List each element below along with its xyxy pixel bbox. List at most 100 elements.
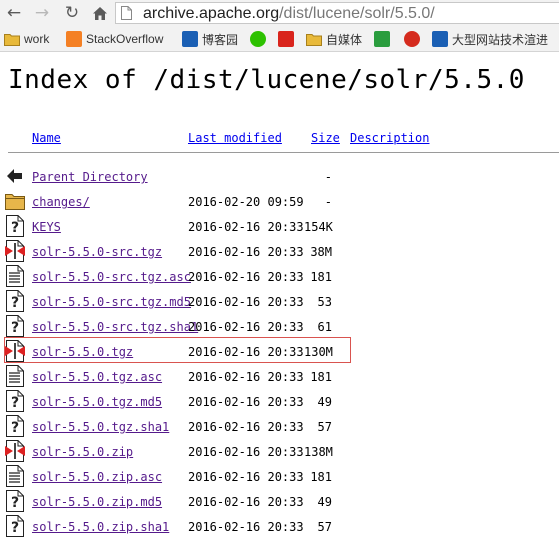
svg-text:?: ? [11, 495, 19, 511]
file-size: 61 [317, 320, 332, 334]
file-date: 2016-02-16 20:33 [188, 470, 304, 484]
file-date: 2016-02-16 20:33 [188, 295, 304, 309]
bookmarks-bar: work StackOverflow 博客园 自媒体 大型网站技术渲进 [0, 27, 559, 52]
bookmark-item[interactable] [374, 30, 394, 48]
file-row: ? solr-5.5.0-src.tgz.sha1 2016-02-16 20:33… [0, 314, 559, 339]
file-link[interactable]: solr-5.5.0-src.tgz.md5 [32, 295, 191, 309]
file-date: 2016-02-16 20:33 [188, 245, 304, 259]
unknown-file-icon: ? [5, 415, 25, 437]
unknown-file-icon: ? [5, 315, 25, 337]
bookmark-item[interactable]: 博客园 [182, 30, 238, 48]
file-link[interactable]: solr-5.5.0.zip.md5 [32, 495, 162, 509]
browser-toolbar: ← → ↻ archive.apache.org/dist/lucene/sol… [0, 0, 559, 27]
file-size: 154K [304, 220, 333, 234]
text-file-icon [5, 365, 25, 387]
file-date: 2016-02-16 20:33 [188, 270, 304, 284]
file-size: 49 [317, 395, 332, 409]
bookmark-item[interactable]: work [4, 30, 49, 48]
file-date: 2016-02-16 20:33 [188, 445, 304, 459]
file-date: 2016-02-16 20:33 [188, 220, 304, 234]
file-size: - [324, 195, 332, 209]
file-link[interactable]: solr-5.5.0.tgz.asc [32, 370, 162, 384]
file-size: 181 [310, 370, 332, 384]
bookmark-item[interactable]: 大型网站技术渲进 [432, 30, 548, 48]
unknown-file-icon: ? [5, 390, 25, 412]
wechat-icon [250, 31, 266, 47]
bookmark-item[interactable] [278, 30, 298, 48]
file-link[interactable]: solr-5.5.0-src.tgz.sha1 [32, 320, 198, 334]
file-link[interactable]: solr-5.5.0.zip [32, 445, 133, 459]
text-file-icon [5, 465, 25, 487]
bookmark-label: StackOverflow [86, 32, 164, 46]
bookmark-item[interactable] [250, 30, 270, 48]
svg-text:?: ? [11, 220, 19, 236]
svg-text:?: ? [11, 395, 19, 411]
file-link[interactable]: KEYS [32, 220, 61, 234]
file-row: ? solr-5.5.0-src.tgz.md5 2016-02-16 20:33 5… [0, 289, 559, 314]
file-size: 57 [317, 420, 332, 434]
file-date: 2016-02-16 20:33 [188, 395, 304, 409]
svg-text:?: ? [11, 295, 19, 311]
file-size: 38M [310, 245, 332, 259]
file-link[interactable]: solr-5.5.0-src.tgz [32, 245, 162, 259]
folder-icon [306, 31, 322, 47]
file-row: ? solr-5.5.0.tgz.sha1 2016-02-16 20:33 57 [0, 414, 559, 439]
svg-text:?: ? [11, 520, 19, 536]
unknown-file-icon: ? [5, 515, 25, 537]
file-size: 138M [304, 445, 333, 459]
cnblogs-icon [182, 31, 198, 47]
back-icon [5, 165, 25, 187]
bookmark-item[interactable]: 自媒体 [306, 30, 362, 48]
file-size: 53 [317, 295, 332, 309]
unknown-file-icon: ? [5, 290, 25, 312]
file-link[interactable]: solr-5.5.0.tgz.sha1 [32, 420, 169, 434]
file-date: 2016-02-20 09:59 [188, 195, 304, 209]
file-link[interactable]: solr-5.5.0.zip.sha1 [32, 520, 169, 534]
unknown-file-icon: ? [5, 490, 25, 512]
weibo-icon [404, 31, 420, 47]
red-logo-icon [278, 31, 294, 47]
back-arrow-icon[interactable]: ← [3, 2, 25, 24]
forward-arrow-icon[interactable]: → [31, 2, 53, 24]
folder-icon [4, 31, 20, 47]
file-size: 181 [310, 270, 332, 284]
file-link[interactable]: changes/ [32, 195, 90, 209]
file-row: solr-5.5.0.zip.asc 2016-02-16 20:33 181 [0, 464, 559, 489]
url-text: archive.apache.org/dist/lucene/solr/5.5.… [143, 3, 435, 24]
bookmark-label: 博客园 [202, 32, 239, 47]
archive-icon [5, 240, 25, 262]
file-row: ? KEYS 2016-02-16 20:33 154K [0, 214, 559, 239]
folder-icon [5, 190, 25, 212]
file-link[interactable]: solr-5.5.0.tgz.md5 [32, 395, 162, 409]
stackoverflow-icon [66, 31, 82, 47]
column-header-description[interactable]: Description [350, 131, 429, 145]
svg-text:?: ? [11, 420, 19, 436]
column-header-last-modified[interactable]: Last modified [188, 131, 282, 145]
text-file-icon [5, 265, 25, 287]
column-header-name[interactable]: Name [32, 131, 61, 145]
reload-icon[interactable]: ↻ [61, 2, 83, 24]
home-icon[interactable] [89, 2, 111, 24]
column-header-size[interactable]: Size [311, 131, 340, 145]
file-row: changes/2016-02-20 09:59 - [0, 189, 559, 214]
bookmark-item[interactable]: StackOverflow [66, 30, 163, 48]
file-size: - [324, 170, 332, 184]
archive-icon [5, 440, 25, 462]
address-bar[interactable]: archive.apache.org/dist/lucene/solr/5.5.… [115, 2, 559, 24]
bookmark-label: 自媒体 [326, 32, 363, 47]
file-link[interactable]: solr-5.5.0-src.tgz.asc [32, 270, 191, 284]
file-link[interactable]: Parent Directory [32, 170, 148, 184]
bookmark-item[interactable] [404, 30, 424, 48]
file-size: 57 [317, 520, 332, 534]
highlight-box [4, 337, 351, 363]
file-row: ? solr-5.5.0.tgz.md5 2016-02-16 20:33 49 [0, 389, 559, 414]
file-row: solr-5.5.0.tgz.asc 2016-02-16 20:33 181 [0, 364, 559, 389]
segmentfault-icon [374, 31, 390, 47]
file-row: solr-5.5.0-src.tgz.asc 2016-02-16 20:33 18… [0, 264, 559, 289]
file-date: 2016-02-16 20:33 [188, 420, 304, 434]
file-date: 2016-02-16 20:33 [188, 370, 304, 384]
bookmark-label: 大型网站技术渲进 [452, 32, 549, 47]
file-date: 2016-02-16 20:33 [188, 320, 304, 334]
unknown-file-icon: ? [5, 215, 25, 237]
file-link[interactable]: solr-5.5.0.zip.asc [32, 470, 162, 484]
